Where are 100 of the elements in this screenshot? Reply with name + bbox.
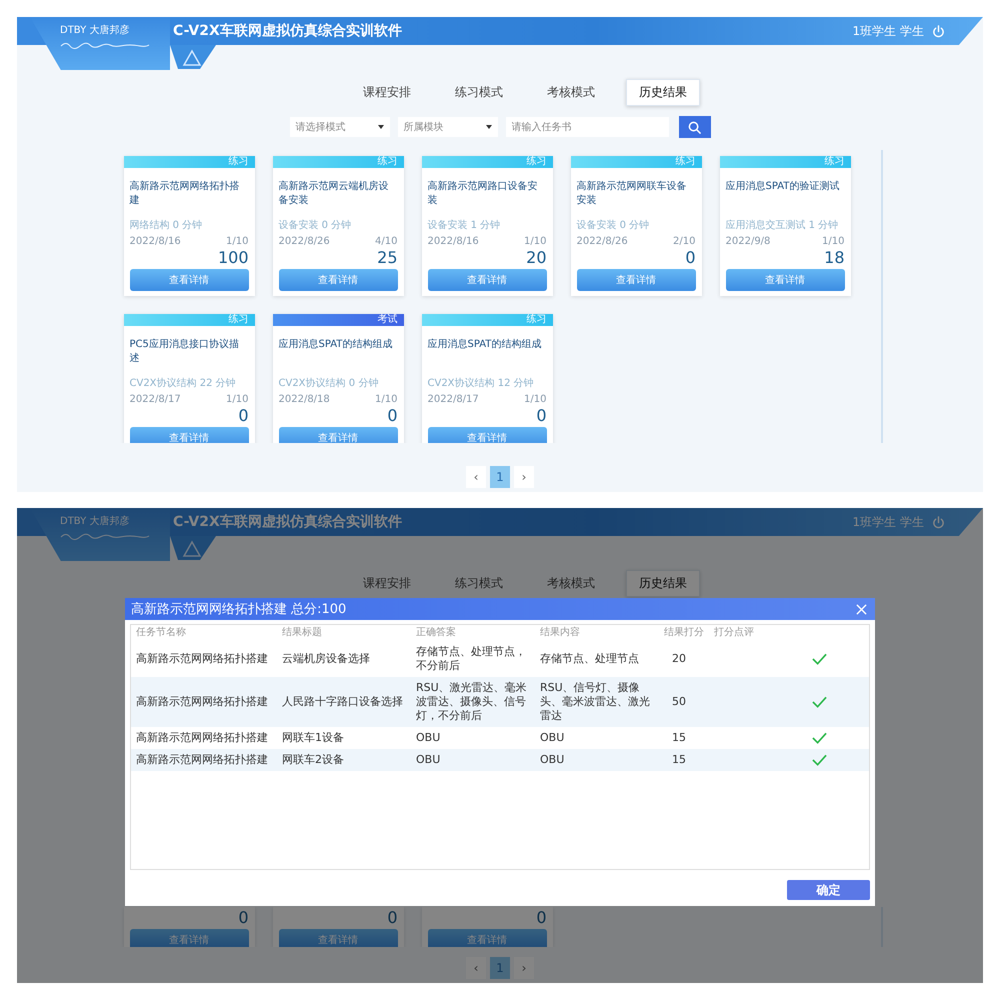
nav-tab[interactable]: 练习模式 [442, 570, 516, 597]
details-button[interactable]: 查看详情 [278, 269, 398, 291]
card-attempts: 4/10 [375, 236, 398, 247]
module-select[interactable]: 所属模块 [398, 117, 498, 137]
card-title: 高新路示范网路口设备安装 [426, 180, 538, 208]
power-icon[interactable] [932, 24, 945, 38]
table-cell: 网联车2设备 [282, 753, 344, 766]
card-attempts: 1/10 [822, 236, 844, 247]
card-attempts: 1/10 [226, 236, 248, 247]
card-tag: 练习 [720, 156, 850, 168]
card-score: 0 [387, 908, 398, 927]
card-title: 高新路示范网云端机房设备安装 [278, 180, 390, 208]
card-meta: 设备安装 0 分钟 [278, 218, 352, 232]
card-tag: 练习 [272, 156, 404, 168]
table-cell-text: 15 [671, 753, 686, 767]
next-page-button[interactable]: › [514, 466, 534, 488]
card-title: 高新路示范网网络拓扑搭建 [128, 180, 240, 208]
card-tag: 练习 [422, 314, 552, 326]
details-button[interactable]: 查看详情 [130, 929, 248, 947]
table-cell: 高新路示范网网络拓扑搭建 [136, 652, 268, 665]
card-tag: 练习 [422, 156, 552, 168]
page-button[interactable]: 1 [490, 466, 510, 488]
card-score: 0 [536, 406, 546, 425]
nav-tab[interactable]: 练习模式 [442, 79, 516, 106]
card-score: 0 [238, 406, 248, 425]
caret-icon [486, 125, 492, 129]
column-header: 正确答案 [415, 626, 457, 640]
logo-text: DTBY 大唐邦彦 [60, 24, 130, 37]
prev-page-button[interactable]: ‹ [466, 466, 486, 488]
details-button[interactable]: 查看详情 [130, 269, 248, 291]
search-button[interactable] [678, 116, 710, 138]
table-cell-text: 20 [671, 652, 686, 666]
card-date: 2022/8/17 [130, 394, 181, 405]
card-date: 2022/8/17 [428, 394, 479, 405]
card-tag: 练习 [124, 314, 254, 326]
card-date: 2022/8/16 [130, 236, 181, 247]
table-cell: 人民路十字路口设备选择 [282, 695, 403, 708]
table-cell: OBU [540, 753, 564, 766]
next-page-button[interactable]: › [514, 957, 534, 979]
column-header: 任务节名称 [135, 626, 187, 640]
dialog-title: 高新路示范网网络拓扑搭建 总分:100 [131, 601, 346, 618]
card-date: 2022/8/16 [428, 236, 479, 247]
mode-select[interactable]: 请选择模式 [290, 117, 390, 137]
table-cell: RSU、激光雷达、毫米波雷达、摄像头、信号灯，不分前后 [416, 681, 527, 722]
logo-text: DTBY 大唐邦彦 [60, 514, 130, 528]
card-attempts: 1/10 [524, 394, 546, 405]
card-title: 应用消息SPAT的结构组成 [426, 338, 542, 352]
table-cell: OBU [416, 753, 440, 766]
details-button[interactable]: 查看详情 [428, 269, 546, 291]
card-score: 25 [377, 248, 398, 267]
nav-tab[interactable]: 考核模式 [534, 79, 608, 106]
card-title: 应用消息SPAT的验证测试 [724, 180, 840, 194]
logo-triangle-drawing [170, 536, 216, 560]
details-button[interactable]: 查看详情 [576, 269, 696, 291]
details-button[interactable]: 查看详情 [130, 427, 248, 443]
card-score: 0 [238, 908, 248, 927]
card-score: 0 [536, 908, 546, 927]
user-name: 1班学生 学生 [852, 514, 924, 530]
table-cell: OBU [540, 731, 564, 744]
nav-tab[interactable]: 历史结果 [626, 570, 700, 597]
column-header: 结果打分 [663, 626, 705, 640]
power-icon[interactable] [932, 516, 945, 528]
table-cell-text: 15 [671, 731, 686, 745]
nav-tab[interactable]: 课程安排 [350, 570, 424, 597]
nav-tab[interactable]: 历史结果 [626, 79, 700, 106]
card-meta: 应用消息交互测试 1 分钟 [724, 218, 840, 232]
table-cell: 存储节点、处理节点，不分前后 [416, 645, 526, 672]
details-button[interactable]: 查看详情 [278, 427, 398, 443]
card-meta: CV2X协议结构 12 分钟 [426, 376, 535, 390]
card-score: 20 [526, 248, 546, 267]
details-button[interactable]: 查看详情 [726, 269, 844, 291]
card-title: 应用消息SPAT的结构组成 [278, 338, 394, 352]
card-title: 高新路示范网网联车设备安装 [576, 180, 688, 208]
column-header: 结果标题 [281, 626, 323, 640]
user-name: 1班学生 学生 [852, 22, 924, 40]
card-score: 0 [387, 406, 398, 425]
details-button[interactable]: 查看详情 [428, 427, 546, 443]
table-cell: 网联车1设备 [282, 731, 344, 744]
table-cell: 高新路示范网网络拓扑搭建 [136, 731, 268, 744]
table-cell: 高新路示范网网络拓扑搭建 [136, 695, 268, 708]
confirm-button[interactable]: 确定 [787, 880, 870, 900]
card-tag: 练习 [570, 156, 702, 168]
table-cell: 云端机房设备选择 [282, 652, 370, 665]
nav-tab[interactable]: 课程安排 [350, 79, 424, 106]
details-button[interactable]: 查看详情 [278, 929, 398, 947]
table-cell: 高新路示范网网络拓扑搭建 [136, 753, 268, 766]
card-meta: 网络结构 0 分钟 [128, 218, 204, 232]
card-attempts: 1/10 [226, 394, 248, 405]
card-score: 0 [685, 248, 696, 267]
search-field[interactable]: 请输入任务书 [506, 117, 668, 137]
card-attempts: 1/10 [375, 394, 398, 405]
close-icon[interactable] [856, 604, 867, 614]
card-tag: 练习 [124, 156, 254, 168]
card-score: 18 [824, 248, 844, 267]
details-button[interactable]: 查看详情 [428, 929, 546, 947]
nav-tab[interactable]: 考核模式 [534, 570, 608, 597]
table-cell: 存储节点、处理节点 [540, 652, 639, 665]
card-meta: CV2X协议结构 22 分钟 [128, 376, 237, 390]
prev-page-button[interactable]: ‹ [466, 957, 486, 979]
card-meta: CV2X协议结构 0 分钟 [278, 376, 380, 390]
